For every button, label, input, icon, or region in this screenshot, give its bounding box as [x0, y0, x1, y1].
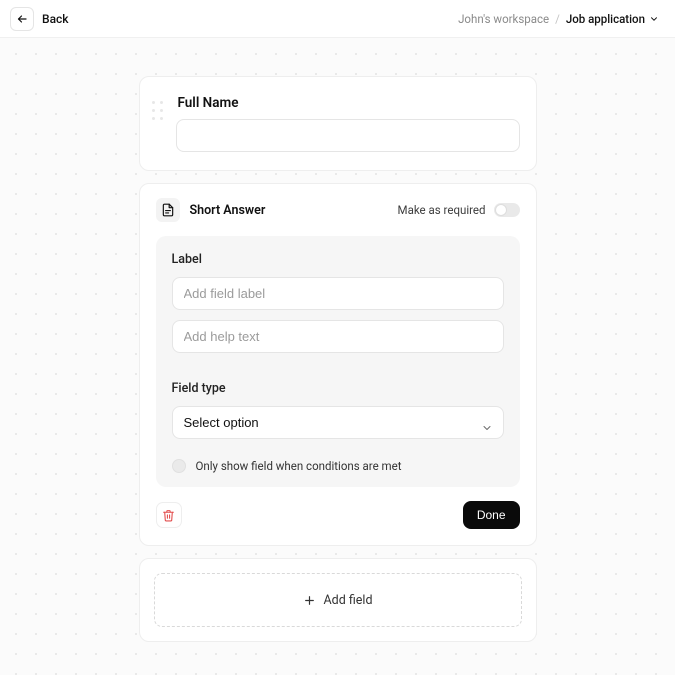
fieldtype-select[interactable]: [172, 406, 504, 439]
top-bar: Back John's workspace / Job application: [0, 0, 675, 38]
breadcrumb: John's workspace / Job application: [458, 12, 665, 26]
fullname-input[interactable]: [176, 119, 520, 152]
arrow-left-icon: [16, 13, 28, 25]
short-answer-icon: [161, 203, 175, 217]
required-label: Make as required: [398, 203, 486, 217]
trash-icon: [162, 509, 175, 522]
field-type-box: [156, 198, 180, 222]
chevron-down-icon: [649, 14, 659, 24]
plus-icon: [303, 594, 316, 607]
done-button[interactable]: Done: [463, 501, 520, 529]
editor-type-title: Short Answer: [190, 203, 266, 218]
field-title: Full Name: [178, 95, 520, 111]
fieldtype-heading: Field type: [172, 381, 504, 396]
back-group: Back: [10, 7, 69, 31]
add-field-card: Add field: [139, 558, 537, 642]
delete-field-button[interactable]: [156, 502, 182, 528]
back-label: Back: [42, 12, 69, 26]
add-field-button[interactable]: Add field: [154, 573, 522, 627]
label-heading: Label: [172, 252, 504, 267]
editor-settings-panel: Label Field type Only show field when co…: [156, 236, 520, 487]
drag-handle-icon[interactable]: [152, 101, 166, 123]
conditions-radio[interactable]: [172, 459, 186, 473]
breadcrumb-workspace[interactable]: John's workspace: [458, 12, 549, 26]
breadcrumb-current-label: Job application: [566, 12, 645, 26]
add-field-label: Add field: [324, 593, 373, 608]
field-help-input[interactable]: [172, 320, 504, 353]
conditions-label: Only show field when conditions are met: [196, 459, 402, 473]
breadcrumb-current[interactable]: Job application: [566, 12, 659, 26]
field-editor-card: Short Answer Make as required Label Fiel…: [139, 183, 537, 546]
breadcrumb-separator: /: [555, 12, 560, 26]
required-toggle[interactable]: [494, 203, 520, 217]
form-canvas: Full Name Short Answer Make as requ: [0, 38, 675, 675]
field-label-input[interactable]: [172, 277, 504, 310]
back-button[interactable]: [10, 7, 34, 31]
field-card-fullname: Full Name: [139, 76, 537, 171]
